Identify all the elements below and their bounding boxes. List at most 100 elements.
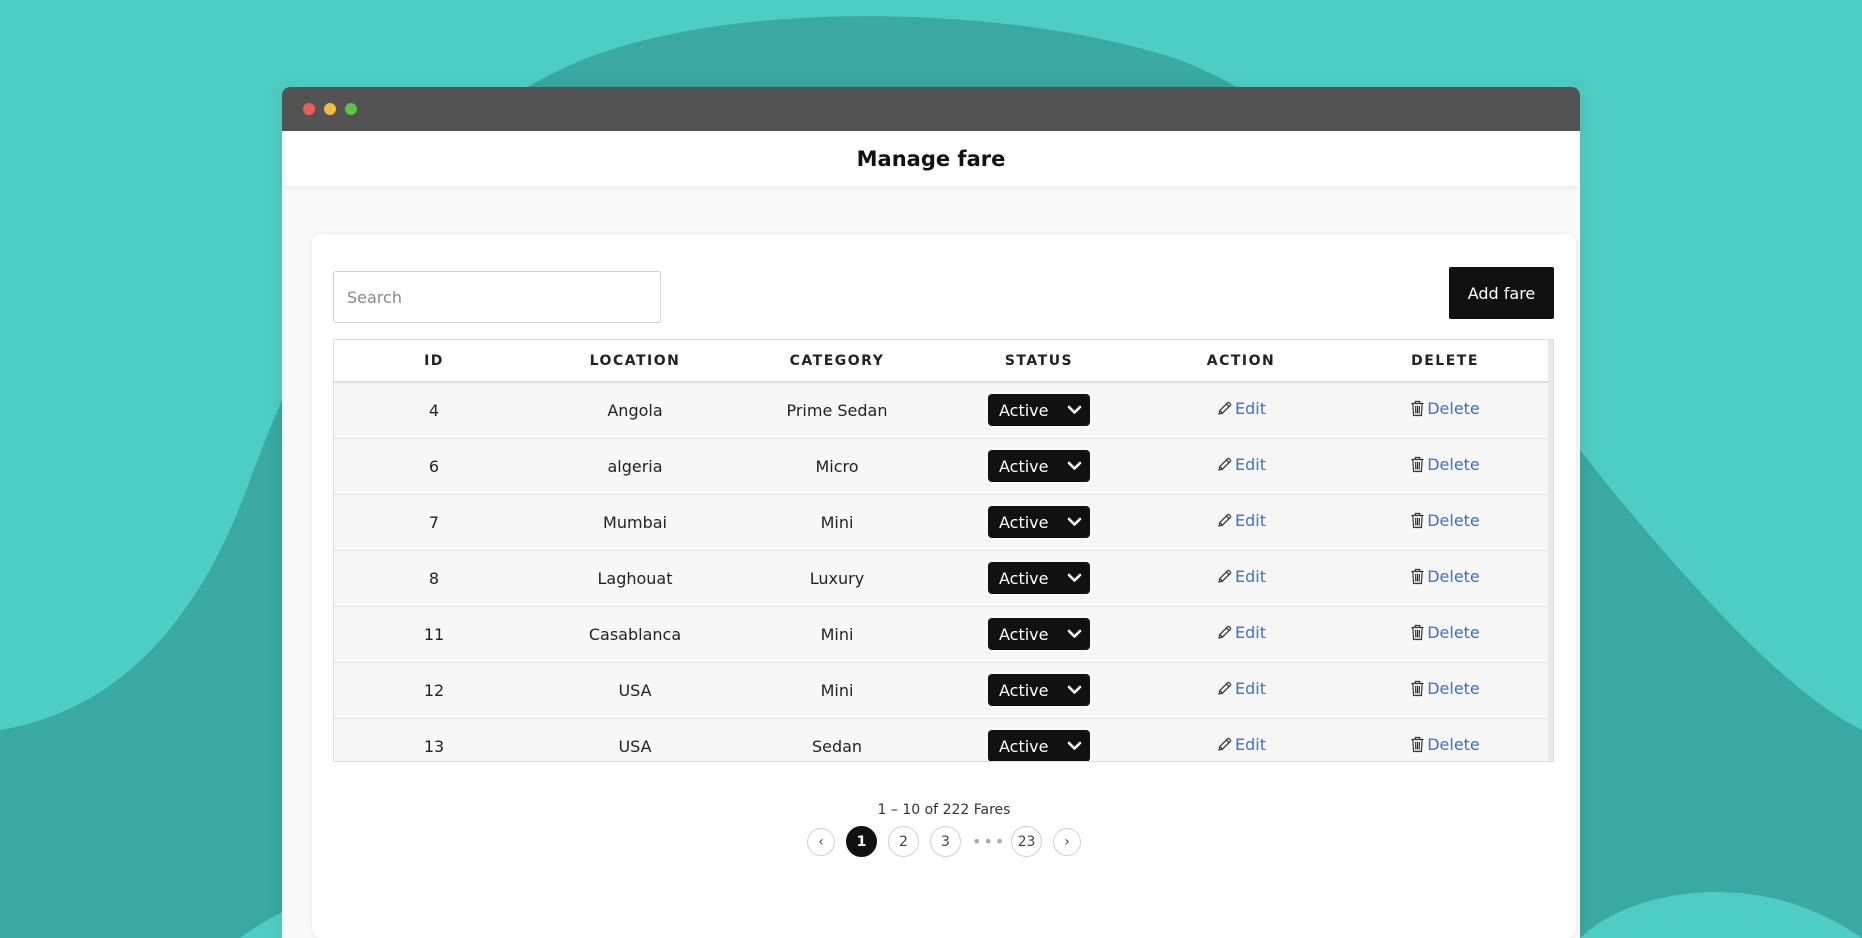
cell-action: Edit: [1140, 494, 1342, 550]
status-select[interactable]: Active: [988, 562, 1090, 594]
cell-action: Edit: [1140, 550, 1342, 606]
edit-label: Edit: [1235, 455, 1266, 474]
edit-link[interactable]: Edit: [1216, 679, 1266, 698]
page-button-last[interactable]: 23: [1011, 826, 1042, 857]
cell-status: Active: [938, 494, 1140, 550]
delete-label: Delete: [1427, 455, 1480, 474]
status-value: Active: [999, 680, 1049, 700]
minimize-dot[interactable]: [324, 103, 336, 115]
page-title: Manage fare: [856, 146, 1006, 171]
column-header-id: ID: [424, 352, 444, 369]
cell-delete: Delete: [1342, 606, 1548, 662]
column-header-delete: DELETE: [1411, 352, 1479, 369]
page-button-1[interactable]: 1: [846, 826, 877, 857]
cell-action: Edit: [1140, 662, 1342, 718]
edit-link[interactable]: Edit: [1216, 623, 1266, 642]
delete-label: Delete: [1427, 679, 1480, 698]
cell-status: Active: [938, 438, 1140, 494]
table-row: 13 USA Sedan Active Edit Delete: [334, 718, 1548, 761]
delete-label: Delete: [1427, 623, 1480, 642]
table-header-row: ID LOCATION CATEGORY STATUS ACTION DELET…: [334, 340, 1548, 382]
chevron-down-icon: [1067, 629, 1082, 638]
cell-category: Sedan: [811, 736, 863, 756]
close-dot[interactable]: [303, 103, 315, 115]
status-value: Active: [999, 736, 1049, 756]
cell-category: Mini: [820, 680, 854, 700]
chevron-down-icon: [1067, 741, 1082, 750]
window-titlebar: [282, 87, 1580, 131]
status-select[interactable]: Active: [988, 674, 1090, 706]
edit-link[interactable]: Edit: [1216, 567, 1266, 586]
column-header-status: STATUS: [1004, 352, 1074, 369]
pencil-icon: [1216, 512, 1233, 529]
cell-status: Active: [938, 662, 1140, 718]
status-select[interactable]: Active: [988, 506, 1090, 538]
cell-location: algeria: [607, 456, 663, 476]
maximize-dot[interactable]: [345, 103, 357, 115]
pencil-icon: [1216, 624, 1233, 641]
edit-link[interactable]: Edit: [1216, 735, 1266, 754]
pencil-icon: [1216, 456, 1233, 473]
edit-link[interactable]: Edit: [1216, 511, 1266, 530]
chevron-down-icon: [1067, 685, 1082, 694]
table-row: 7 Mumbai Mini Active Edit Delete: [334, 494, 1548, 550]
chevron-down-icon: [1067, 517, 1082, 526]
delete-label: Delete: [1427, 399, 1480, 419]
fare-table-container: ID LOCATION CATEGORY STATUS ACTION DELET…: [333, 339, 1554, 762]
edit-label: Edit: [1235, 679, 1266, 698]
status-value: Active: [999, 568, 1049, 588]
status-select[interactable]: Active: [988, 730, 1090, 761]
trash-icon: [1410, 736, 1425, 753]
edit-link[interactable]: Edit: [1216, 399, 1266, 418]
cell-location: Laghouat: [597, 568, 673, 588]
table-row: 6 algeria Micro Active Edit Delete: [334, 438, 1548, 494]
prev-page-button[interactable]: ‹: [807, 827, 835, 856]
delete-link[interactable]: Delete: [1410, 735, 1480, 754]
column-header-location: LOCATION: [589, 352, 681, 369]
table-scrollbar[interactable]: [1548, 340, 1553, 761]
cell-id: 12: [423, 680, 445, 700]
delete-link[interactable]: Delete: [1410, 399, 1480, 418]
cell-location: Angola: [607, 400, 663, 420]
cell-status: Active: [938, 382, 1140, 438]
delete-link[interactable]: Delete: [1410, 679, 1480, 698]
cell-action: Edit: [1140, 438, 1342, 494]
delete-link[interactable]: Delete: [1410, 455, 1480, 474]
delete-link[interactable]: Delete: [1410, 567, 1480, 586]
cell-status: Active: [938, 550, 1140, 606]
cell-id: 8: [428, 568, 440, 588]
trash-icon: [1410, 512, 1425, 529]
chevron-down-icon: [1067, 573, 1082, 582]
status-value: Active: [999, 456, 1049, 476]
cell-category: Prime Sedan: [786, 400, 888, 420]
table-row: 12 USA Mini Active Edit Delete: [334, 662, 1548, 718]
status-select[interactable]: Active: [988, 618, 1090, 650]
column-header-action: ACTION: [1206, 352, 1276, 369]
fare-table: ID LOCATION CATEGORY STATUS ACTION DELET…: [334, 340, 1548, 761]
status-select[interactable]: Active: [988, 450, 1090, 482]
page-button-2[interactable]: 2: [888, 826, 919, 857]
cell-delete: Delete: [1342, 718, 1548, 761]
table-row: 4 Angola Prime Sedan Active Edit Delete: [334, 382, 1548, 438]
edit-link[interactable]: Edit: [1216, 455, 1266, 474]
cell-category: Micro: [815, 456, 859, 476]
delete-link[interactable]: Delete: [1410, 623, 1480, 642]
delete-label: Delete: [1427, 735, 1480, 754]
pencil-icon: [1216, 680, 1233, 697]
next-page-button[interactable]: ›: [1053, 827, 1081, 856]
add-fare-button[interactable]: Add fare: [1449, 267, 1554, 319]
page-button-3[interactable]: 3: [930, 826, 961, 857]
fare-card: Add fare ID LOCATION CATEGORY STATUS ACT…: [312, 234, 1576, 938]
cell-id: 6: [428, 456, 440, 476]
cell-location: Mumbai: [603, 512, 667, 532]
cell-location: USA: [618, 736, 652, 756]
trash-icon: [1410, 680, 1425, 697]
trash-icon: [1410, 624, 1425, 641]
pagination-ellipsis: •••: [972, 832, 1007, 851]
cell-category: Luxury: [809, 568, 865, 588]
delete-link[interactable]: Delete: [1410, 511, 1480, 530]
cell-location: Casablanca: [588, 624, 682, 644]
status-select[interactable]: Active: [988, 394, 1090, 427]
search-input[interactable]: [333, 271, 661, 323]
cell-id: 11: [423, 624, 445, 644]
